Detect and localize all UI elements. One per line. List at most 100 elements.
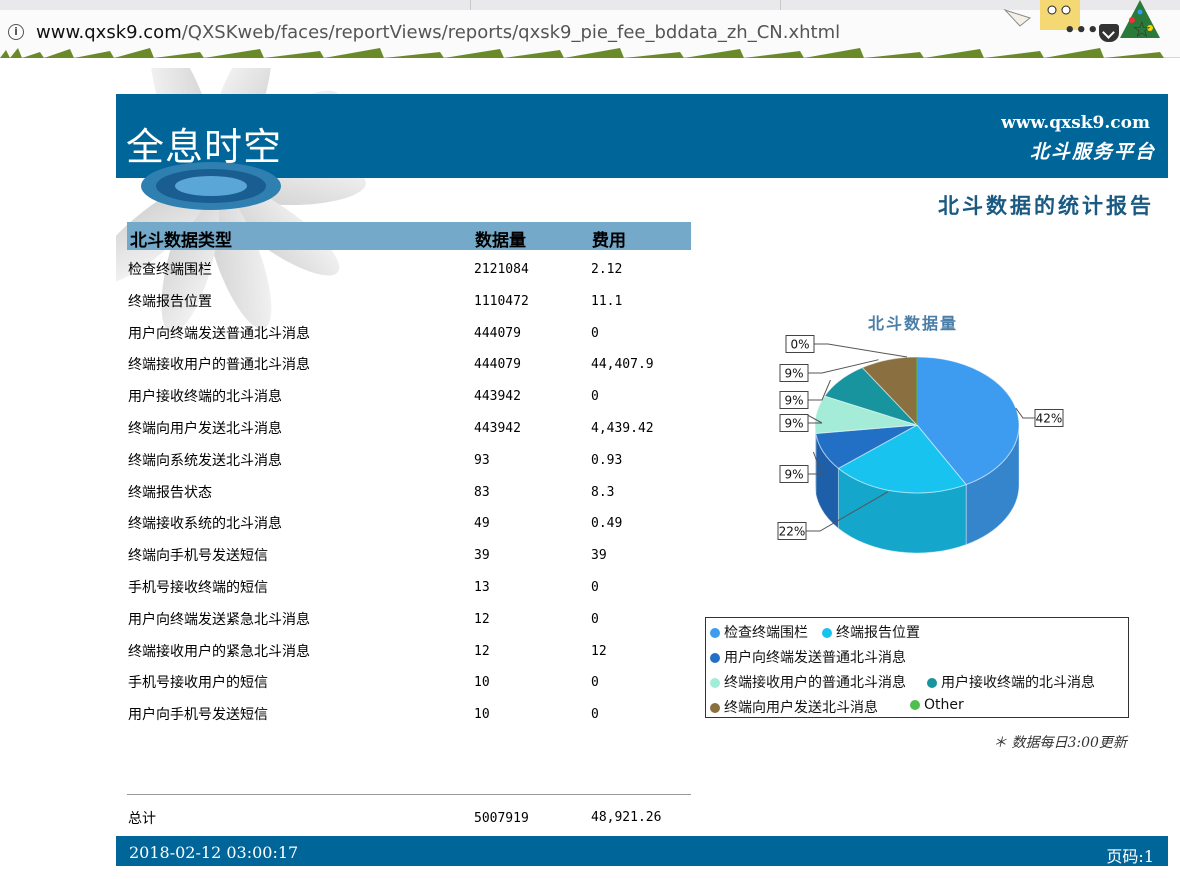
column-header-amount: 数据量: [475, 231, 526, 251]
cell-amount: 13: [474, 580, 490, 595]
table-row: 终端接收用户的普通北斗消息 444079 44,407.9: [0, 354, 700, 386]
cell-amount: 83: [474, 484, 490, 500]
table-row: 手机号接收用户的短信 10 0: [0, 672, 700, 704]
table-row: 用户接收终端的北斗消息 443942 0: [0, 386, 700, 418]
legend-swatch: [927, 678, 937, 688]
cell-amount: 443942: [474, 389, 521, 405]
cell-type: 用户向终端发送普通北斗消息: [128, 325, 310, 342]
legend-label: 终端接收用户的普通北斗消息: [724, 675, 906, 691]
cell-type: 终端接收用户的普通北斗消息: [128, 357, 310, 374]
cell-amount: 12: [474, 643, 490, 659]
cell-fee: 44,407.9: [591, 357, 654, 373]
legend-label: 用户向终端发送普通北斗消息: [724, 650, 906, 666]
cell-fee: 0: [591, 675, 599, 691]
table-row: 手机号接收终端的短信 13 0: [0, 577, 700, 609]
cell-fee: 0: [591, 580, 599, 595]
table-row: 用户向终端发送普通北斗消息 444079 0: [0, 323, 700, 355]
legend-item: 检查终端围栏: [710, 622, 808, 642]
cell-fee: 0: [591, 325, 599, 341]
pie-percent-label: 0%: [790, 338, 809, 352]
report-title: 北斗数据的统计报告: [938, 193, 1154, 218]
total-divider: [127, 794, 691, 795]
cell-amount: 444079: [474, 325, 521, 341]
page-actions-menu[interactable]: •••: [1064, 20, 1099, 41]
legend-item: 终端向用户发送北斗消息: [710, 697, 878, 717]
cell-fee: 0: [591, 707, 599, 723]
table-row: 终端向手机号发送短信 39 39: [0, 545, 700, 577]
total-label: 总计: [128, 811, 156, 827]
cell-fee: 39: [591, 548, 607, 564]
platform-name: 北斗服务平台: [1029, 141, 1156, 163]
site-info-icon[interactable]: i: [8, 24, 24, 40]
cell-fee: 11.1: [591, 293, 623, 309]
url-host: www.qxsk9.com: [36, 22, 182, 43]
pie-percent-label: 42%: [1036, 412, 1063, 426]
bookmark-star-icon[interactable]: ☆: [1132, 18, 1152, 43]
pie-percent-label: 22%: [779, 525, 806, 539]
update-note: ＊ 数据每日3:00更新: [993, 735, 1127, 751]
cell-fee: 8.3: [591, 484, 615, 500]
total-amount: 5007919: [474, 811, 529, 826]
chart-legend: 检查终端围栏 终端报告位置用户向终端发送普通北斗消息 终端接收用户的普通北斗消息 用户…: [705, 617, 1129, 718]
cell-type: 终端向手机号发送短信: [128, 548, 268, 565]
theme-grass-decoration: [0, 48, 1164, 58]
page-number: 页码:1: [1106, 847, 1154, 866]
legend-item: 用户向终端发送普通北斗消息: [710, 647, 906, 667]
browser-toolbar: i www.qxsk9.com/QXSKweb/faces/reportView…: [0, 0, 1180, 58]
brand-logo: 全息时空: [126, 125, 283, 169]
table-row: 用户向终端发送紧急北斗消息 12 0: [0, 609, 700, 641]
cell-type: 手机号接收终端的短信: [128, 580, 268, 596]
cell-amount: 39: [474, 548, 490, 564]
site-url: www.qxsk9.com: [1001, 113, 1150, 133]
legend-label: 终端报告位置: [836, 625, 920, 641]
cell-amount: 10: [474, 707, 490, 723]
cell-fee: 0.49: [591, 516, 623, 532]
table-row: 检查终端围栏 2121084 2.12: [0, 259, 700, 291]
cell-fee: 0: [591, 389, 599, 405]
legend-item: Other: [910, 697, 964, 713]
address-bar[interactable]: www.qxsk9.com/QXSKweb/faces/reportViews/…: [36, 22, 840, 43]
column-header-fee: 费用: [592, 231, 626, 251]
pie-percent-label: 9%: [784, 394, 803, 408]
cell-type: 终端报告位置: [128, 293, 212, 310]
cell-amount: 2121084: [474, 262, 529, 277]
cell-type: 终端向用户发送北斗消息: [128, 421, 282, 437]
legend-swatch: [710, 678, 720, 688]
cell-type: 终端向系统发送北斗消息: [128, 452, 282, 469]
pie-chart: 42% 22% 9% 9% 9% 9% 0%: [777, 335, 1064, 554]
legend-item: 终端报告位置: [822, 622, 920, 642]
cell-type: 用户接收终端的北斗消息: [128, 389, 282, 406]
legend-swatch: [710, 703, 720, 713]
cell-amount: 1110472: [474, 293, 529, 309]
cell-amount: 93: [474, 452, 490, 468]
cell-amount: 10: [474, 675, 490, 691]
cell-amount: 444079: [474, 357, 521, 373]
pocket-icon[interactable]: [1099, 24, 1119, 42]
legend-item: 终端接收用户的普通北斗消息: [710, 672, 906, 692]
table-row: 终端接收用户的紧急北斗消息 12 12: [0, 641, 700, 673]
pie-percent-label: 9%: [784, 367, 803, 381]
url-path: /QXSKweb/faces/reportViews/reports/qxsk9…: [181, 22, 841, 43]
tab-divider: [470, 0, 471, 10]
cell-fee: 0.93: [591, 452, 623, 468]
cell-type: 终端接收用户的紧急北斗消息: [128, 643, 310, 660]
cell-type: 终端接收系统的北斗消息: [128, 516, 282, 533]
report-date: 2018-02-12 03:00:17: [129, 843, 299, 862]
cell-fee: 12: [591, 643, 607, 659]
table-row: 终端接收系统的北斗消息 49 0.49: [0, 513, 700, 545]
pie-percent-label: 9%: [784, 417, 803, 431]
cell-type: 终端报告状态: [128, 484, 212, 501]
cell-type: 用户向手机号发送短信: [128, 707, 268, 724]
legend-item: 用户接收终端的北斗消息: [927, 672, 1095, 692]
legend-swatch: [910, 700, 920, 710]
legend-swatch: [822, 628, 832, 638]
legend-label: Other: [924, 697, 964, 713]
pie-leader-line: [814, 343, 908, 358]
legend-label: 检查终端围栏: [724, 625, 808, 641]
legend-label: 终端向用户发送北斗消息: [724, 700, 878, 716]
cell-type: 手机号接收用户的短信: [128, 675, 268, 692]
cell-amount: 12: [474, 611, 490, 627]
column-header-type: 北斗数据类型: [130, 231, 232, 251]
cell-fee: 2.12: [591, 262, 623, 277]
tab-divider: [780, 0, 781, 10]
